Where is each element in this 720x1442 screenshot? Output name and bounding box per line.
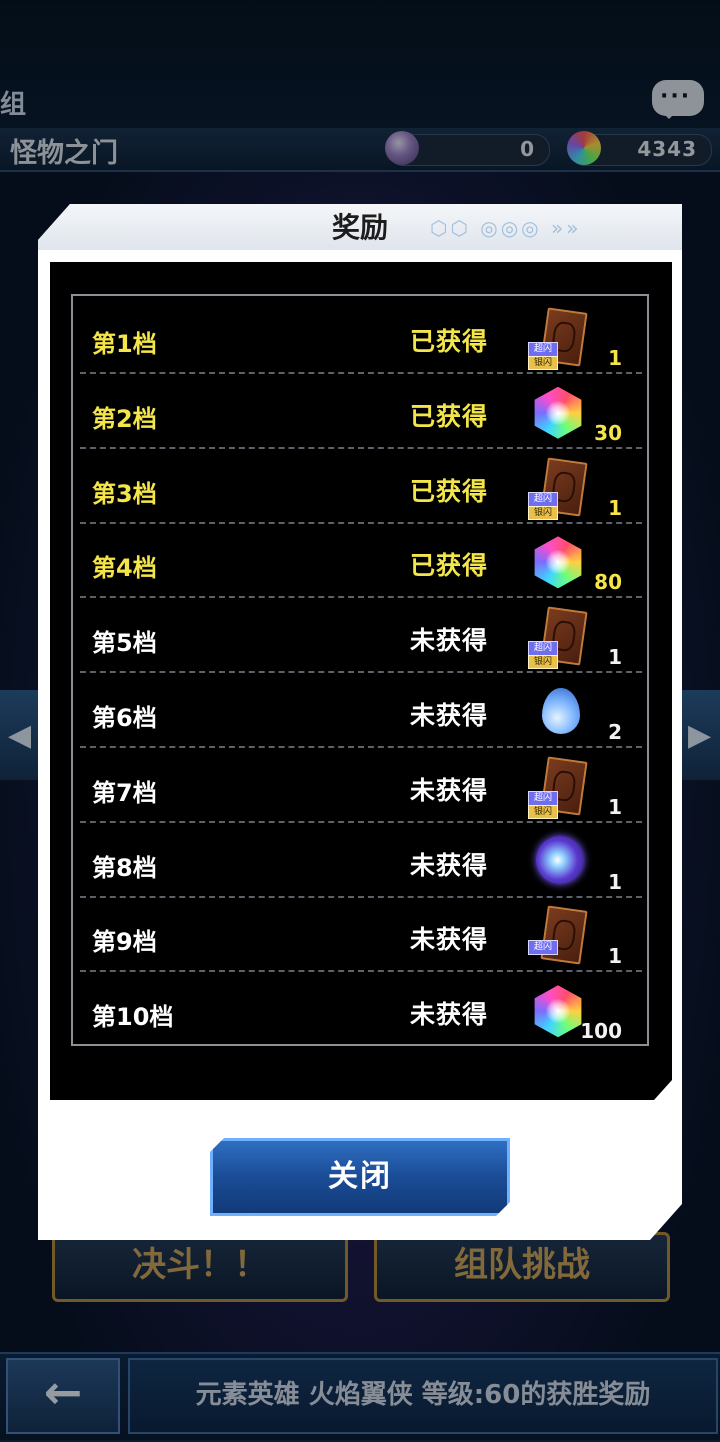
rainbow-gem-icon[interactable] xyxy=(526,532,596,594)
card-pack-icon[interactable]: 超闪 银闪 xyxy=(526,756,596,819)
reward-tier: 第6档 xyxy=(92,704,157,732)
reward-quantity: 1 xyxy=(608,346,622,370)
card-back-icon xyxy=(540,905,588,965)
reward-tier: 第10档 xyxy=(92,1003,174,1032)
rarity-badge: 银闪 xyxy=(528,655,558,670)
row-divider xyxy=(80,895,642,898)
rarity-badge: 超闪 xyxy=(528,641,558,657)
close-button[interactable]: 关闭 xyxy=(210,1138,510,1216)
dialog-title: 奖励 xyxy=(331,211,388,244)
reward-row: 第5档 未获得 超闪 银闪 1 xyxy=(80,599,642,674)
reward-quantity: 1 xyxy=(608,495,622,520)
purple-orb-icon[interactable] xyxy=(526,832,596,894)
rarity-badge: 超闪 xyxy=(528,940,558,956)
reward-row: 第1档 已获得 超闪 银闪 1 xyxy=(80,300,642,374)
reward-row: 第10档 未获得 100 xyxy=(80,973,642,1047)
reward-quantity: 2 xyxy=(608,720,622,744)
reward-status: 未获得 xyxy=(410,626,489,656)
reward-tier: 第3档 xyxy=(92,479,157,508)
reward-row: 第6档 未获得 2 xyxy=(80,674,642,748)
row-divider xyxy=(80,596,642,599)
reward-status: 未获得 xyxy=(410,925,489,955)
rarity-badge: 银闪 xyxy=(528,356,558,370)
reward-row: 第4档 已获得 80 xyxy=(80,524,642,599)
reward-status: 未获得 xyxy=(410,775,489,805)
blue-drop-icon[interactable] xyxy=(526,682,596,744)
reward-tier: 第2档 xyxy=(92,404,157,433)
reward-row: 第9档 未获得超闪 1 xyxy=(80,898,642,973)
reward-tier: 第1档 xyxy=(92,330,157,358)
rarity-badge: 银闪 xyxy=(528,505,558,520)
card-pack-icon[interactable]: 超闪 银闪 xyxy=(526,606,596,670)
rainbow-gem-icon[interactable] xyxy=(526,383,596,445)
reward-status: 未获得 xyxy=(410,701,489,730)
reward-tier: 第9档 xyxy=(92,928,157,957)
row-divider xyxy=(80,446,642,449)
reward-tier: 第8档 xyxy=(92,853,157,882)
reward-status: 未获得 xyxy=(410,1000,489,1030)
reward-quantity: 1 xyxy=(608,645,622,670)
rarity-badge: 超闪 xyxy=(528,790,558,806)
row-divider xyxy=(80,970,642,973)
gem-shape xyxy=(534,985,582,1038)
reward-quantity: 100 xyxy=(580,1019,622,1044)
rarity-badge: 银闪 xyxy=(528,804,558,819)
reward-row: 第7档 未获得 超闪 银闪 1 xyxy=(80,749,642,823)
card-pack-icon[interactable]: 超闪 银闪 xyxy=(526,307,596,370)
reward-quantity: 80 xyxy=(594,570,622,595)
drop-shape xyxy=(542,688,580,734)
row-divider xyxy=(80,671,642,674)
row-divider xyxy=(80,746,642,748)
reward-quantity: 1 xyxy=(608,869,622,894)
reward-row: 第2档 已获得 30 xyxy=(80,375,642,449)
reward-status: 未获得 xyxy=(410,850,489,880)
gem-shape xyxy=(534,386,582,439)
reward-tier: 第5档 xyxy=(92,629,157,658)
rarity-badge: 超闪 xyxy=(528,491,558,507)
reward-quantity: 30 xyxy=(594,420,622,445)
row-divider xyxy=(80,372,642,374)
card-pack-icon[interactable]: 超闪 银闪 xyxy=(526,457,596,520)
reward-status: 已获得 xyxy=(410,401,489,431)
reward-tier: 第4档 xyxy=(92,554,157,583)
reward-status: 已获得 xyxy=(410,551,489,581)
orb-shape xyxy=(536,835,584,884)
reward-quantity: 1 xyxy=(608,944,622,969)
reward-row: 第8档 未获得 1 xyxy=(80,824,642,898)
reward-status: 已获得 xyxy=(410,476,489,506)
gem-shape xyxy=(534,536,582,589)
rarity-badge: 超闪 xyxy=(528,342,558,357)
reward-quantity: 1 xyxy=(608,794,622,819)
reward-status: 已获得 xyxy=(410,327,489,356)
reward-row: 第3档 已获得 超闪 银闪 1 xyxy=(80,450,642,524)
row-divider xyxy=(80,521,642,524)
reward-tier: 第7档 xyxy=(92,778,157,807)
card-pack-icon[interactable]: 超闪 xyxy=(526,905,596,968)
row-divider xyxy=(80,820,642,823)
